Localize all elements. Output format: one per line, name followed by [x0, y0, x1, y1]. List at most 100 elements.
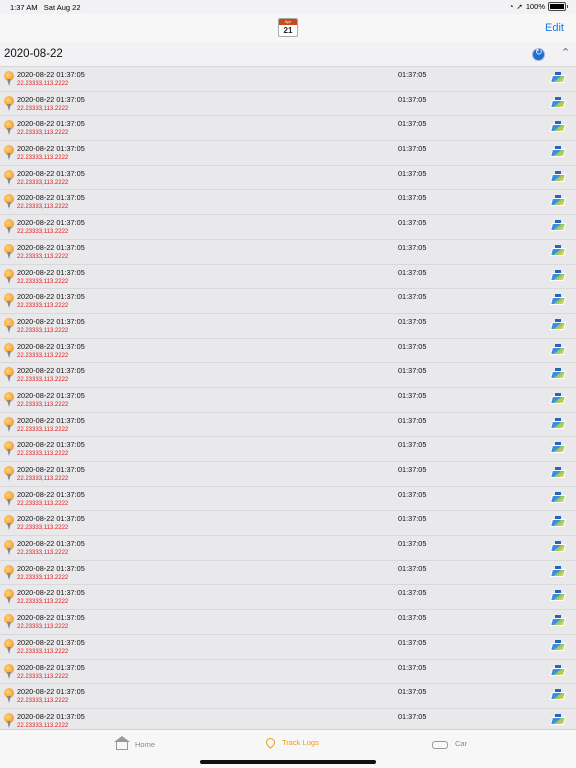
log-coordinates: 22.23333,113.2222 [17, 599, 69, 606]
map-icon[interactable] [549, 639, 567, 654]
map-icon[interactable] [549, 368, 567, 382]
list-item[interactable]: 2020-08-22 01:37:05 22.23333,113.2222 01:3… [0, 67, 576, 92]
list-item[interactable]: 2020-08-22 01:37:05 22.23333,113.2222 01:3… [0, 585, 576, 611]
list-item[interactable]: 2020-08-22 01:37:05 22.23333,113.2222 01:3… [0, 610, 576, 635]
list-item[interactable]: 2020-08-22 01:37:05 22.23333,113.2222 01:3… [0, 338, 576, 364]
list-item[interactable]: 2020-08-22 01:37:05 22.23333,113.2222 01:3… [0, 387, 576, 413]
list-item[interactable]: 2020-08-22 01:37:05 22.23333,113.2222 01:3… [0, 437, 576, 462]
list-item[interactable]: 2020-08-22 01:37:05 22.23333,113.2222 01:3… [0, 190, 576, 216]
sync-icon[interactable] [532, 47, 545, 61]
list-item[interactable]: 2020-08-22 01:37:05 22.23333,113.2222 01:3… [0, 313, 576, 339]
location-pin-icon [4, 688, 14, 704]
location-pin-icon [4, 416, 14, 432]
log-duration: 01:37:05 [398, 465, 427, 474]
location-pin-icon [4, 120, 14, 136]
log-coordinates: 22.23333,113.2222 [17, 673, 69, 680]
map-icon[interactable] [549, 244, 567, 259]
list-item[interactable]: 2020-08-22 01:37:05 22.23333,113.2222 01:3… [0, 289, 576, 314]
map-icon[interactable] [549, 689, 567, 703]
map-icon[interactable] [549, 565, 567, 580]
section-header[interactable]: 2020-08-22 ⌃ [0, 43, 576, 67]
map-icon[interactable] [549, 590, 567, 604]
log-coordinates: 22.23333,113.2222 [17, 426, 69, 433]
log-datetime: 2020-08-22 01:37:05 [17, 514, 85, 524]
map-icon[interactable] [549, 269, 567, 284]
list-item[interactable]: 2020-08-22 01:37:05 22.23333,113.2222 01:3… [0, 659, 576, 685]
map-icon[interactable] [549, 417, 567, 432]
log-datetime: 2020-08-22 01:37:05 [17, 637, 85, 647]
log-datetime: 2020-08-22 01:37:05 [17, 119, 85, 129]
list-item[interactable]: 2020-08-22 01:37:05 22.23333,113.2222 01:3… [0, 560, 576, 586]
list-item[interactable]: 2020-08-22 01:37:05 22.23333,113.2222 01:3… [0, 239, 576, 265]
map-icon[interactable] [549, 516, 567, 530]
log-coordinates: 22.23333,113.2222 [17, 401, 69, 408]
car-icon [432, 741, 448, 749]
map-icon[interactable] [549, 664, 567, 679]
map-icon[interactable] [549, 467, 567, 481]
log-duration: 01:37:05 [398, 662, 427, 672]
tab-car[interactable]: Car [432, 738, 467, 749]
map-icon[interactable] [549, 294, 567, 308]
map-icon[interactable] [549, 442, 567, 456]
list-item[interactable]: 2020-08-22 01:37:05 22.23333,113.2222 01:3… [0, 708, 576, 729]
map-icon[interactable] [549, 220, 567, 234]
list-item[interactable]: 2020-08-22 01:37:05 22.23333,113.2222 01:3… [0, 264, 576, 290]
list-item[interactable]: 2020-08-22 01:37:05 22.23333,113.2222 01:3… [0, 91, 576, 117]
chevron-up-icon[interactable]: ⌃ [561, 46, 570, 59]
list-item[interactable]: 2020-08-22 01:37:05 22.23333,113.2222 01:3… [0, 684, 576, 709]
map-icon[interactable] [549, 72, 567, 86]
map-icon[interactable] [549, 343, 567, 358]
list-item[interactable]: 2020-08-22 01:37:05 22.23333,113.2222 01:3… [0, 363, 576, 388]
map-icon[interactable] [549, 491, 567, 506]
list-item[interactable]: 2020-08-22 01:37:05 22.23333,113.2222 01:3… [0, 215, 576, 240]
list-item[interactable]: 2020-08-22 01:37:05 22.23333,113.2222 01:3… [0, 486, 576, 512]
list-item[interactable]: 2020-08-22 01:37:05 22.23333,113.2222 01:3… [0, 634, 576, 660]
log-coordinates: 22.23333,113.2222 [17, 574, 69, 581]
log-coordinates: 22.23333,113.2222 [17, 229, 69, 236]
map-icon[interactable] [549, 318, 567, 333]
map-icon[interactable] [549, 541, 567, 555]
location-pin-icon [4, 293, 14, 309]
location-pin-icon [4, 317, 14, 333]
map-icon[interactable] [549, 96, 567, 111]
map-icon[interactable] [549, 146, 567, 160]
map-icon[interactable] [549, 170, 567, 185]
log-duration: 01:37:05 [398, 588, 427, 598]
map-icon[interactable] [549, 121, 567, 135]
log-coordinates: 22.23333,113.2222 [17, 278, 69, 285]
map-icon[interactable] [549, 615, 567, 629]
log-duration: 01:37:05 [398, 390, 427, 400]
list-item[interactable]: 2020-08-22 01:37:05 22.23333,113.2222 01:3… [0, 412, 576, 438]
list-item[interactable]: 2020-08-22 01:37:05 22.23333,113.2222 01:3… [0, 536, 576, 561]
home-indicator[interactable] [200, 760, 376, 764]
log-coordinates: 22.23333,113.2222 [17, 500, 69, 507]
tab-track-logs[interactable]: Track Logs [264, 736, 319, 749]
location-icon: ➚ [516, 2, 523, 11]
log-duration: 01:37:05 [398, 514, 427, 524]
map-icon[interactable] [549, 195, 567, 209]
tab-home[interactable]: Home [114, 736, 155, 750]
log-duration: 01:37:05 [398, 440, 427, 450]
map-icon[interactable] [549, 713, 567, 728]
log-duration: 01:37:05 [398, 613, 427, 623]
list-item[interactable]: 2020-08-22 01:37:05 22.23333,113.2222 01:3… [0, 165, 576, 191]
log-duration: 01:37:05 [398, 366, 427, 376]
log-datetime: 2020-08-22 01:37:05 [17, 415, 85, 425]
list-item[interactable]: 2020-08-22 01:37:05 22.23333,113.2222 01:3… [0, 141, 576, 166]
log-datetime: 2020-08-22 01:37:05 [17, 168, 85, 178]
list-item[interactable]: 2020-08-22 01:37:05 22.23333,113.2222 01:3… [0, 116, 576, 142]
map-pin-icon [264, 736, 277, 749]
location-pin-icon [4, 663, 14, 679]
list-item[interactable]: 2020-08-22 01:37:05 22.23333,113.2222 01:3… [0, 462, 576, 487]
log-duration: 01:37:05 [398, 119, 427, 129]
log-coordinates: 22.23333,113.2222 [17, 130, 69, 137]
edit-button[interactable]: Edit [545, 22, 564, 34]
log-datetime: 2020-08-22 01:37:05 [17, 267, 85, 277]
log-coordinates: 22.23333,113.2222 [17, 648, 69, 655]
section-title: 2020-08-22 [4, 48, 63, 60]
log-datetime: 2020-08-22 01:37:05 [17, 711, 85, 721]
track-log-list[interactable]: 2020-08-22 01:37:05 22.23333,113.2222 01:3… [0, 67, 576, 729]
map-icon[interactable] [549, 392, 567, 407]
list-item[interactable]: 2020-08-22 01:37:05 22.23333,113.2222 01:3… [0, 511, 576, 537]
calendar-icon[interactable]: Apr 21 [278, 18, 298, 37]
